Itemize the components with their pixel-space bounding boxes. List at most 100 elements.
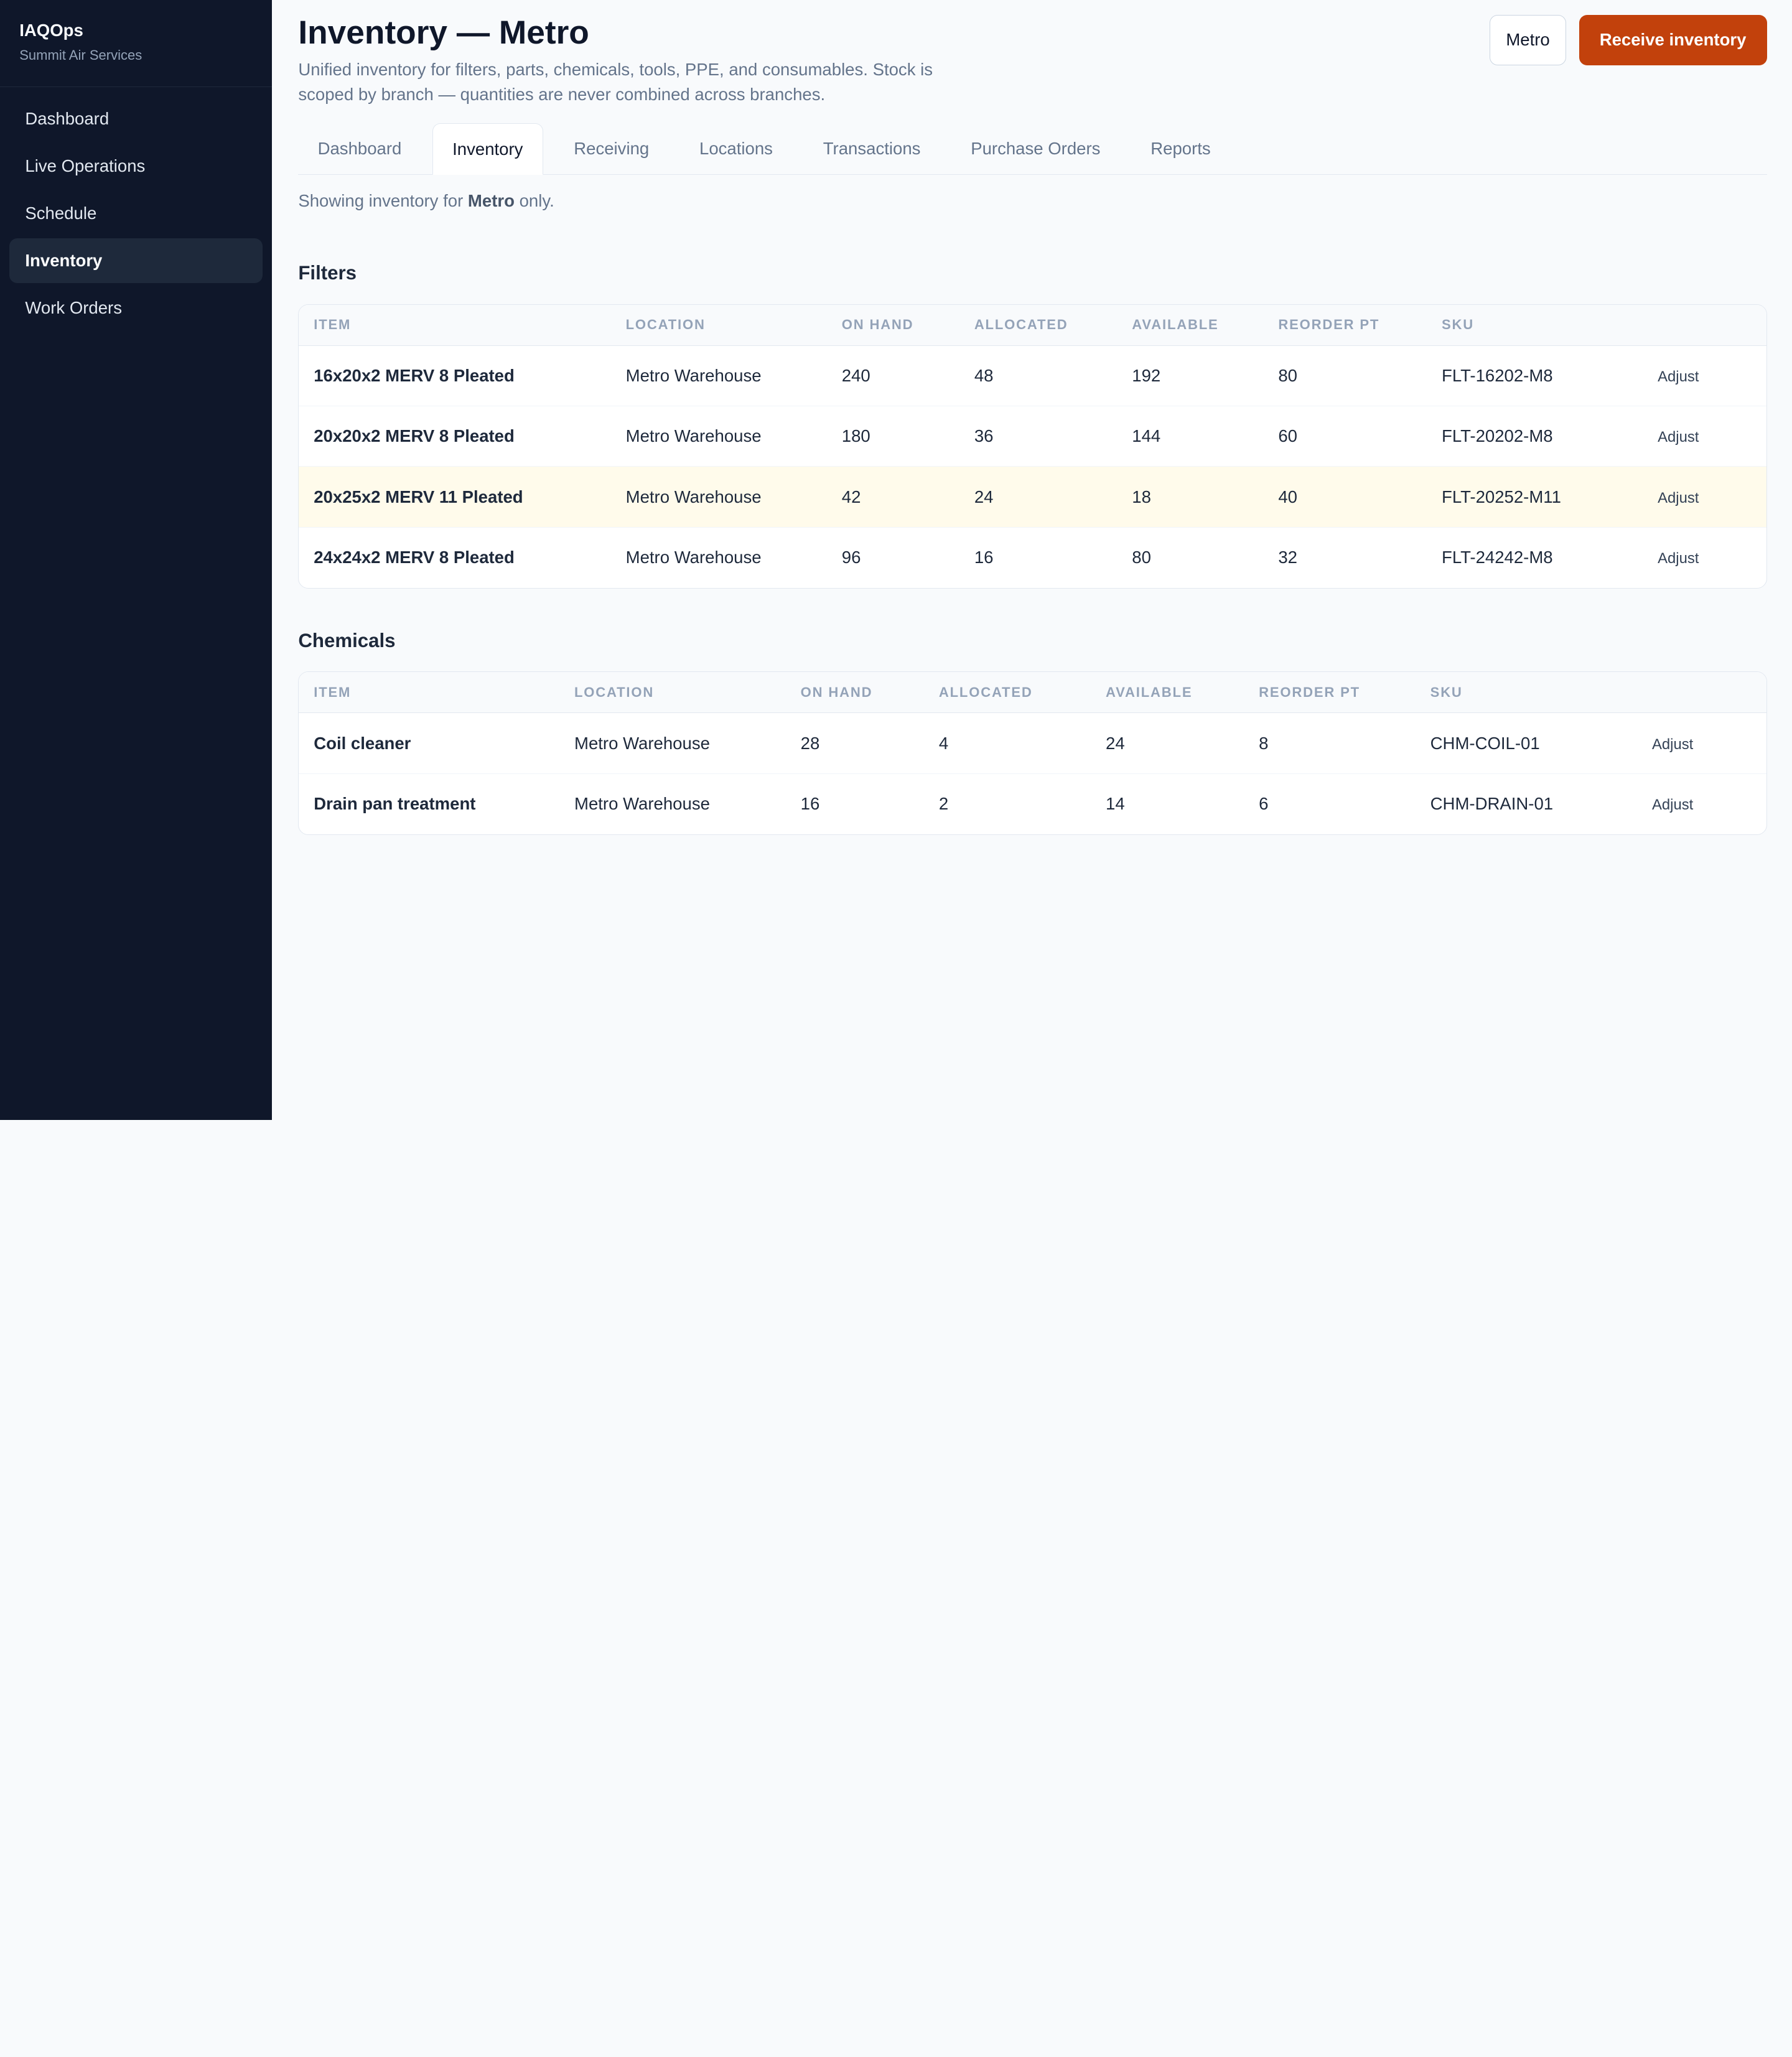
filters-table: Item Location On hand Allocated Availabl… [298, 304, 1767, 589]
adjust-button[interactable]: Adjust [1658, 550, 1699, 567]
tab-bar: Dashboard Inventory Receiving Locations … [298, 123, 1767, 175]
adjust-button[interactable]: Adjust [1652, 736, 1693, 753]
column-header-location[interactable]: Location [559, 672, 786, 714]
sidebar-item-work-orders[interactable]: Work Orders [9, 286, 263, 330]
sidebar-item-dashboard[interactable]: Dashboard [9, 96, 263, 141]
cell-on-hand: 240 [826, 346, 959, 406]
cell-reorder-pt: 32 [1278, 548, 1297, 567]
column-header-item[interactable]: Item [299, 672, 560, 714]
cell-reorder-pt: 80 [1263, 346, 1427, 406]
cell-on-hand: 42 [826, 467, 959, 528]
branch-selector-button[interactable]: Metro [1489, 14, 1567, 65]
org-name: Summit Air Services [19, 47, 142, 63]
branch-scope-note: Showing inventory for Metro only. [298, 191, 1766, 211]
cell-item: 20x25x2 MERV 11 Pleated [299, 467, 611, 528]
tab-dashboard[interactable]: Dashboard [298, 123, 421, 174]
section-title-filters: Filters [298, 262, 357, 284]
cell-item: Drain pan treatment [314, 794, 476, 814]
cell-allocated: 16 [974, 548, 994, 567]
table-header-row: Item Location On hand Allocated Availabl… [299, 304, 1766, 346]
column-header-sku[interactable]: SKU [1427, 304, 1643, 346]
table-row: Coil cleaner Metro Warehouse 28 4 24 8 C… [299, 713, 1766, 774]
table-header-row: Item Location On hand Allocated Availabl… [299, 672, 1766, 714]
cell-available: 144 [1117, 406, 1264, 467]
column-header-actions [1643, 304, 1766, 346]
cell-on-hand: 28 [785, 713, 925, 774]
page-title: Inventory — Metro [298, 14, 589, 52]
cell-location: Metro Warehouse [625, 548, 762, 567]
cell-available: 18 [1117, 467, 1264, 528]
cell-location: Metro Warehouse [559, 713, 786, 774]
adjust-button[interactable]: Adjust [1658, 490, 1699, 506]
cell-sku: FLT-16202-M8 [1427, 346, 1643, 406]
column-header-on-hand[interactable]: On hand [826, 304, 959, 346]
cell-sku: FLT-24242-M8 [1442, 548, 1553, 567]
column-header-reorder-pt[interactable]: Reorder pt [1244, 672, 1416, 714]
cell-on-hand: 180 [826, 406, 959, 467]
tab-inventory[interactable]: Inventory [432, 123, 543, 175]
cell-on-hand: 16 [800, 794, 820, 814]
sidebar-item-inventory[interactable]: Inventory [9, 238, 263, 284]
column-header-location[interactable]: Location [610, 304, 827, 346]
cell-available: 192 [1117, 346, 1264, 406]
cell-allocated: 48 [959, 346, 1118, 406]
column-header-item[interactable]: Item [299, 304, 611, 346]
cell-available: 80 [1132, 548, 1151, 567]
column-header-allocated[interactable]: Allocated [924, 672, 1091, 714]
cell-on-hand: 96 [841, 548, 861, 567]
brand: IAQOps Summit Air Services [0, 0, 273, 87]
table-row: Drain pan treatment Metro Warehouse 16 2… [299, 774, 1766, 834]
column-header-available[interactable]: Available [1117, 304, 1264, 346]
main-content: Inventory — Metro Unified inventory for … [272, 0, 1792, 1120]
column-header-reorder-pt[interactable]: Reorder pt [1263, 304, 1427, 346]
adjust-button[interactable]: Adjust [1658, 429, 1699, 445]
cell-location: Metro Warehouse [610, 467, 827, 528]
receive-inventory-button[interactable]: Receive inventory [1579, 14, 1767, 65]
cell-location: Metro Warehouse [610, 346, 827, 406]
cell-location: Metro Warehouse [574, 794, 710, 814]
header-actions: Metro Receive inventory [1489, 14, 1767, 65]
scope-note-branch: Metro [467, 190, 515, 210]
app-root: IAQOps Summit Air Services Dashboard Liv… [0, 0, 1792, 1120]
adjust-button[interactable]: Adjust [1658, 368, 1699, 385]
cell-sku: FLT-20202-M8 [1427, 406, 1643, 467]
page-description: Unified inventory for filters, parts, ch… [298, 59, 933, 105]
tab-transactions[interactable]: Transactions [804, 123, 940, 174]
cell-available: 24 [1091, 713, 1244, 774]
tab-reports[interactable]: Reports [1131, 123, 1230, 174]
sidebar-item-live-operations[interactable]: Live Operations [9, 144, 263, 189]
sidebar: IAQOps Summit Air Services Dashboard Liv… [0, 0, 273, 1120]
cell-sku: CHM-COIL-01 [1415, 713, 1638, 774]
column-header-sku[interactable]: SKU [1415, 672, 1638, 714]
column-header-actions [1637, 672, 1766, 714]
chemicals-table: Item Location On hand Allocated Availabl… [298, 671, 1767, 836]
brand-name: IAQOps [19, 21, 83, 40]
cell-reorder-pt: 8 [1244, 713, 1416, 774]
cell-allocated: 24 [959, 467, 1118, 528]
tab-purchase-orders[interactable]: Purchase Orders [951, 123, 1120, 174]
cell-available: 14 [1106, 794, 1125, 814]
adjust-button[interactable]: Adjust [1652, 796, 1693, 813]
sidebar-nav: Dashboard Live Operations Schedule Inven… [0, 87, 272, 342]
column-header-available[interactable]: Available [1091, 672, 1244, 714]
cell-item: 24x24x2 MERV 8 Pleated [314, 548, 515, 567]
cell-item: Coil cleaner [299, 713, 560, 774]
tab-receiving[interactable]: Receiving [554, 123, 668, 174]
column-header-on-hand[interactable]: On hand [785, 672, 925, 714]
scope-note-prefix: Showing inventory for [298, 190, 468, 210]
header-text: Inventory — Metro Unified inventory for … [298, 14, 984, 108]
column-header-allocated[interactable]: Allocated [959, 304, 1118, 346]
cell-allocated: 36 [959, 406, 1118, 467]
cell-allocated: 2 [938, 794, 949, 814]
scope-note-suffix: only. [514, 190, 554, 210]
sidebar-item-schedule[interactable]: Schedule [9, 191, 263, 236]
page-header: Inventory — Metro Unified inventory for … [298, 14, 1767, 108]
cell-allocated: 4 [924, 713, 1091, 774]
table-row: 16x20x2 MERV 8 Pleated Metro Warehouse 2… [299, 346, 1766, 406]
cell-item: 16x20x2 MERV 8 Pleated [299, 346, 611, 406]
cell-sku: CHM-DRAIN-01 [1430, 794, 1554, 814]
tab-locations[interactable]: Locations [680, 123, 792, 174]
cell-reorder-pt: 6 [1259, 794, 1269, 814]
cell-location: Metro Warehouse [610, 406, 827, 467]
cell-reorder-pt: 60 [1263, 406, 1427, 467]
